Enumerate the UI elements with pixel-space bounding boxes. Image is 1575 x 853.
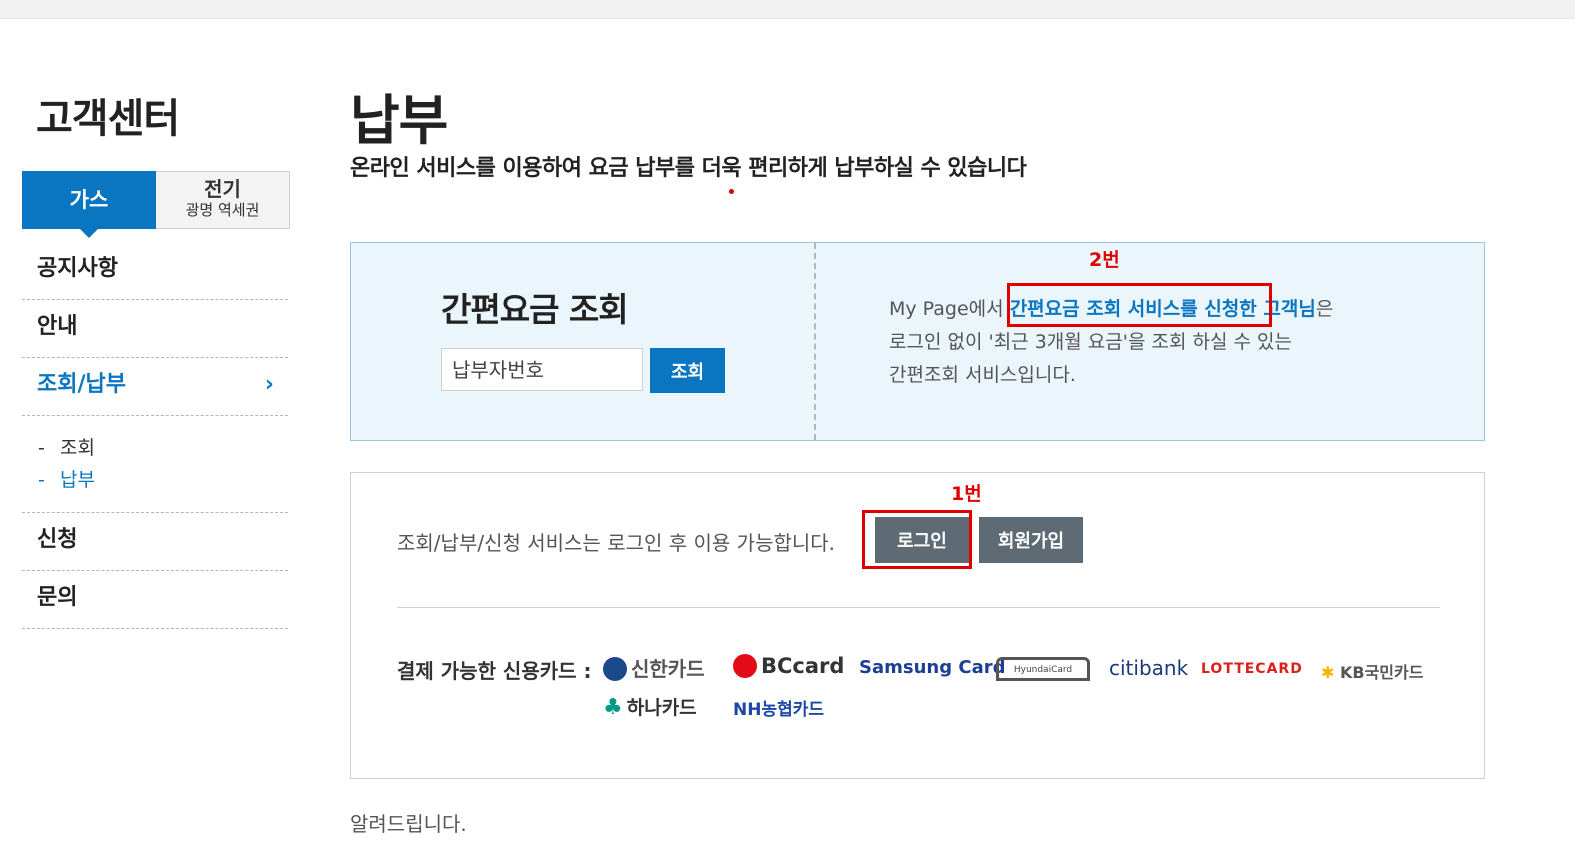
card-logo-hana: ♣ 하나카드 (603, 693, 697, 720)
notice-heading: 알려드립니다. (350, 812, 467, 836)
top-bar (0, 0, 1575, 19)
sidebar-item-label: 신청 (37, 527, 78, 552)
annotation-label-1: 1번 (951, 483, 982, 505)
sidebar-submenu: - 조회 - 납부 (22, 416, 288, 513)
card-logo-nh: NH농협카드 (733, 700, 825, 720)
card-name: KB국민카드 (1339, 663, 1424, 682)
quick-inquiry-title: 간편요금 조회 (441, 290, 629, 329)
chevron-right-icon: › (264, 372, 274, 397)
hana-logo-icon: ♣ (603, 695, 623, 720)
tab-electricity[interactable]: 전기 광명 역세권 (156, 171, 290, 229)
sidebar-item-notice[interactable]: 공지사항 (22, 242, 288, 300)
page-description: 온라인 서비스를 이용하여 요금 납부를 더욱 편리하게 납부하실 수 있습니다 (350, 156, 1027, 181)
quick-desc-line3: 간편조회 서비스입니다. (889, 364, 1076, 386)
submenu-dash: - (38, 437, 45, 459)
card-logo-shinhan: 신한카드 (603, 653, 705, 682)
cards-label: 결제 가능한 신용카드 : (397, 659, 592, 683)
panel-divider (814, 243, 816, 440)
page-title: 납부 (350, 89, 448, 152)
sidebar-item-inquiry-payment[interactable]: 조회/납부 › (22, 358, 288, 416)
quick-desc-suffix: 은 (1315, 298, 1334, 320)
sidebar-item-application[interactable]: 신청 (22, 513, 288, 571)
kb-star-icon: ✱ (1321, 663, 1335, 682)
card-logo-kb: ✱ KB국민카드 (1321, 659, 1423, 683)
quick-desc-line2: 로그인 없이 '최근 3개월 요금'을 조회 하실 수 있는 (889, 331, 1292, 353)
signup-button[interactable]: 회원가입 (979, 517, 1083, 563)
sidebar-menu: 공지사항 안내 조회/납부 › - 조회 - 납부 신청 문의 (22, 242, 288, 629)
card-logo-samsung: Samsung Card (859, 657, 1006, 678)
submenu-dash: - (38, 469, 45, 491)
card-logo-bc: BCcard (733, 654, 844, 678)
annotation-box-1 (862, 510, 972, 569)
login-required-text: 조회/납부/신청 서비스는 로그인 후 이용 가능합니다. (397, 531, 836, 555)
shinhan-logo-icon (603, 657, 627, 681)
category-tabs: 가스 전기 광명 역세권 (22, 171, 290, 238)
sidebar-item-label: 문의 (37, 585, 78, 610)
submenu-item-label: 조회 (60, 437, 95, 459)
submenu-item-label: 납부 (60, 469, 95, 491)
annotation-label-2: 2번 (1089, 249, 1120, 271)
card-logo-lotte: LOTTECARD (1201, 661, 1303, 677)
annotation-box-2 (1007, 283, 1272, 327)
annotation-dot (729, 189, 734, 194)
quick-desc-prefix: My Page에서 (889, 298, 1010, 320)
card-logo-citibank: citibank (1109, 656, 1189, 680)
card-logo-hyundai: HyundaiCard (996, 657, 1090, 681)
sidebar-item-guide[interactable]: 안내 (22, 300, 288, 358)
card-name: 신한카드 (631, 657, 705, 681)
tab-gas[interactable]: 가스 (22, 171, 156, 238)
divider (397, 607, 1440, 608)
payer-number-input[interactable] (441, 348, 643, 391)
sidebar-title: 고객센터 (36, 96, 180, 142)
quick-inquiry-panel: 간편요금 조회 조회 My Page에서 간편요금 조회 서비스를 신청한 고객… (350, 242, 1485, 441)
sidebar-item-label: 안내 (37, 314, 78, 339)
submenu-item-payment[interactable]: - 납부 (38, 464, 288, 496)
sidebar-item-label: 공지사항 (37, 256, 118, 281)
submenu-item-inquiry[interactable]: - 조회 (38, 432, 288, 464)
quick-inquiry-button[interactable]: 조회 (650, 348, 725, 393)
card-name: BCcard (761, 654, 845, 678)
sidebar-item-label: 조회/납부 (37, 372, 126, 397)
bc-logo-icon (733, 654, 757, 678)
sidebar-item-contact[interactable]: 문의 (22, 571, 288, 629)
tab-electricity-sublabel: 광명 역세권 (185, 201, 260, 219)
card-name: 하나카드 (626, 697, 697, 719)
tab-electricity-label: 전기 (204, 177, 241, 201)
